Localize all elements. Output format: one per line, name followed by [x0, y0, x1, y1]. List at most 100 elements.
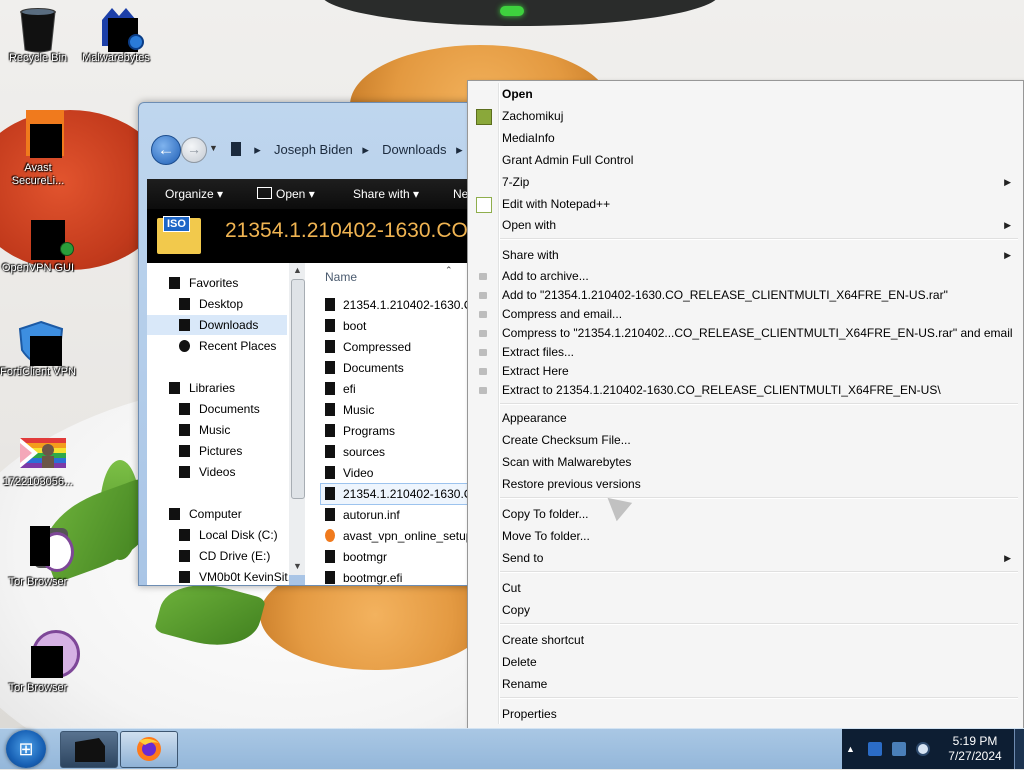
menu-item-appearance[interactable]: Appearance — [470, 408, 1019, 428]
show-desktop-button[interactable] — [1014, 729, 1024, 769]
taskbar-app-icon — [75, 738, 105, 762]
nav-pictures[interactable]: Pictures — [179, 441, 242, 461]
nav-downloads[interactable]: Downloads — [147, 315, 287, 335]
menu-item-mediainfo[interactable]: MediaInfo — [470, 128, 1019, 148]
menu-item-create-shortcut[interactable]: Create shortcut — [470, 630, 1019, 650]
menu-item-delete[interactable]: Delete — [470, 652, 1019, 672]
desktop-icon-tor-browser-1[interactable]: Tor Browser — [0, 524, 76, 589]
nav-videos[interactable]: Videos — [179, 462, 235, 482]
nav-network-share[interactable]: VM0b0t KevinSit... — [179, 567, 289, 585]
file-item[interactable]: autorun.inf — [325, 505, 400, 525]
open-button[interactable]: Open ▾ — [257, 179, 315, 209]
desktop-icon-tor-browser-2[interactable]: Tor Browser — [0, 630, 80, 695]
nav-documents[interactable]: Documents — [179, 399, 260, 419]
recent-pages-dropdown-icon[interactable]: ▼ — [209, 143, 218, 153]
submenu-arrow-icon: ▶ — [1004, 177, 1011, 187]
forward-button[interactable]: → — [181, 137, 207, 163]
nav-cd-drive[interactable]: CD Drive (E:) — [179, 546, 270, 566]
folder-item[interactable]: Programs — [325, 421, 395, 441]
menu-item-open[interactable]: Open — [470, 84, 1019, 104]
folder-icon — [325, 361, 335, 374]
scroll-up-icon[interactable]: ▲ — [293, 265, 302, 275]
menu-item-copy[interactable]: Copy — [470, 600, 1019, 620]
desktop-icon-openvpn-gui[interactable]: OpenVPN GUI — [0, 216, 76, 275]
menu-item-scan-malwarebytes[interactable]: Scan with Malwarebytes — [470, 452, 1019, 472]
nav-computer[interactable]: Computer — [169, 504, 242, 524]
column-header-name[interactable]: Name — [325, 270, 357, 284]
folder-item[interactable]: Video — [325, 463, 373, 483]
navigation-scrollbar[interactable]: ▲ ▼ — [289, 263, 305, 575]
desktop-icon-forticlient-vpn[interactable]: FortiClient VPN — [0, 320, 76, 379]
folder-item[interactable]: Documents — [325, 358, 404, 378]
menu-item-extract-here[interactable]: Extract Here — [470, 361, 1019, 381]
nav-recent-places[interactable]: Recent Places — [179, 336, 276, 356]
file-item[interactable]: bootmgr.efi — [325, 568, 402, 585]
menu-item-extract-to-folder[interactable]: Extract to 21354.1.210402-1630.CO_RELEAS… — [470, 380, 1019, 400]
scroll-down-icon[interactable]: ▼ — [293, 561, 302, 571]
file-list: Name ⌃ 21354.1.210402-1630.CO boot Compr… — [305, 263, 479, 585]
tray-network-icon[interactable] — [892, 742, 906, 756]
menu-item-grant-admin[interactable]: Grant Admin Full Control — [470, 150, 1019, 170]
address-bar[interactable]: ▸ Joseph Biden ▸ Downloads ▸ — [223, 138, 479, 162]
menu-item-share-with[interactable]: Share with ▶ — [470, 245, 1019, 265]
desktop-icon-recycle-bin[interactable]: Recycle Bin — [0, 6, 76, 65]
folder-item[interactable]: Compressed — [325, 337, 411, 357]
share-with-button[interactable]: Share with ▾ — [353, 179, 419, 209]
menu-item-add-to-archive[interactable]: Add to archive... — [470, 266, 1019, 286]
file-item[interactable]: bootmgr — [325, 547, 387, 567]
menu-item-properties[interactable]: Properties — [470, 704, 1019, 724]
menu-item-add-to-rar[interactable]: Add to "21354.1.210402-1630.CO_RELEASE_C… — [470, 285, 1019, 305]
winrar-icon — [479, 330, 487, 337]
desktop-icon-malwarebytes[interactable]: Malwarebytes — [78, 6, 154, 65]
menu-item-compress-to-rar-email[interactable]: Compress to "21354.1.210402...CO_RELEASE… — [470, 323, 1019, 343]
winrar-icon — [479, 292, 487, 299]
menu-item-copy-to-folder[interactable]: Copy To folder... — [470, 504, 1019, 524]
tray-security-icon[interactable] — [868, 742, 882, 756]
menu-item-zachomikuj[interactable]: Zachomikuj — [470, 106, 1019, 126]
taskbar-app-firefox[interactable] — [120, 731, 178, 768]
menu-item-open-with[interactable]: Open with ▶ — [470, 215, 1019, 235]
menu-item-restore-previous[interactable]: Restore previous versions — [470, 474, 1019, 494]
file-icon — [325, 571, 335, 584]
menu-item-cut[interactable]: Cut — [470, 578, 1019, 598]
organize-button[interactable]: Organize ▾ — [165, 179, 223, 209]
file-item[interactable]: 21354.1.210402-1630.CO — [325, 295, 479, 315]
scrollbar-thumb[interactable] — [291, 279, 305, 499]
menu-item-rename[interactable]: Rename — [470, 674, 1019, 694]
menu-item-move-to-folder[interactable]: Move To folder... — [470, 526, 1019, 546]
menu-item-7zip[interactable]: 7-Zip ▶ — [470, 172, 1019, 192]
nav-local-disk[interactable]: Local Disk (C:) — [179, 525, 278, 545]
start-button[interactable]: ⊞ — [6, 730, 46, 768]
desktop-icon-label: Tor Browser — [8, 576, 68, 588]
nav-music[interactable]: Music — [179, 420, 230, 440]
nav-desktop[interactable]: Desktop — [179, 294, 243, 314]
menu-item-compress-email[interactable]: Compress and email... — [470, 304, 1019, 324]
folder-item[interactable]: boot — [325, 316, 366, 336]
menu-item-create-checksum[interactable]: Create Checksum File... — [470, 430, 1019, 450]
breadcrumb-downloads[interactable]: Downloads — [382, 142, 446, 157]
winrar-icon — [479, 368, 487, 375]
computer-icon — [169, 508, 180, 520]
folder-item[interactable]: Music — [325, 400, 374, 420]
back-button[interactable]: ← — [151, 135, 181, 165]
show-hidden-icons-icon[interactable]: ▲ — [846, 742, 860, 756]
tray-volume-icon[interactable] — [916, 742, 930, 756]
nav-libraries[interactable]: Libraries — [169, 378, 235, 398]
file-item-selected[interactable]: 21354.1.210402-1630.CO — [320, 483, 479, 505]
breadcrumb-user[interactable]: Joseph Biden — [274, 142, 353, 157]
taskbar-app-explorer[interactable] — [60, 731, 118, 768]
nav-favorites[interactable]: Favorites — [169, 273, 238, 293]
folder-item[interactable]: sources — [325, 442, 385, 462]
selected-file-title: 21354.1.210402-1630.CO... — [225, 219, 480, 242]
system-clock[interactable]: 5:19 PM 7/27/2024 — [942, 734, 1008, 764]
menu-item-edit-notepadpp[interactable]: Edit with Notepad++ — [470, 194, 1019, 214]
file-item[interactable]: avast_vpn_online_setup — [325, 526, 472, 546]
menu-separator — [500, 697, 1018, 699]
folder-item[interactable]: efi — [325, 379, 356, 399]
tor-browser-icon — [16, 630, 80, 680]
menu-item-send-to[interactable]: Send to ▶ — [470, 548, 1019, 568]
desktop-icon-image-file[interactable]: 1722103056... — [0, 434, 76, 489]
winrar-icon — [479, 387, 487, 394]
menu-item-extract-files[interactable]: Extract files... — [470, 342, 1019, 362]
desktop-icon-avast-secureline[interactable]: Avast SecureLi... — [0, 110, 76, 188]
